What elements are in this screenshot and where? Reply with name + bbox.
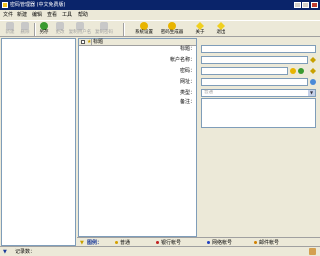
- new-button[interactable]: 新建: [3, 22, 17, 37]
- category-tree[interactable]: [1, 38, 76, 246]
- type-label: 类型：: [179, 90, 195, 96]
- edit-button[interactable]: 更改: [53, 22, 67, 37]
- menu-view[interactable]: 查看: [47, 12, 57, 19]
- type-select-value: 普通: [204, 90, 213, 95]
- copy-username-button[interactable]: 复制用户名: [68, 22, 92, 37]
- save-as-button-label: 另存: [39, 30, 49, 35]
- copy-user-icon: [76, 22, 84, 30]
- copy-account-icon[interactable]: [310, 57, 316, 63]
- select-all-checkbox[interactable]: [81, 40, 85, 44]
- type-select[interactable]: 普通 ▼: [201, 89, 316, 97]
- exit-button[interactable]: 退出: [213, 22, 229, 37]
- legend-bar: ▼ 图例： 普通 银行帐号 网络帐号 邮件帐号: [77, 237, 320, 246]
- account-label: 帐户名称：: [169, 57, 195, 63]
- menu-file[interactable]: 文件: [3, 12, 13, 19]
- chevron-down-icon[interactable]: ▼: [308, 90, 315, 96]
- copy-password-label: 复制密码: [95, 30, 113, 35]
- password-label: 密码：: [179, 68, 195, 74]
- title-field[interactable]: [201, 45, 316, 53]
- open-url-icon[interactable]: [310, 79, 316, 85]
- password-generator-label: 密码生成器: [160, 30, 184, 35]
- about-button[interactable]: 关于: [192, 22, 208, 37]
- copy-username-label: 复制用户名: [68, 30, 92, 35]
- exit-button-label: 退出: [216, 30, 226, 35]
- new-icon: [6, 22, 14, 30]
- save-as-button[interactable]: 另存: [37, 22, 51, 37]
- copy-password-icon: [100, 22, 108, 30]
- url-field[interactable]: [201, 78, 308, 86]
- save-as-icon: [40, 22, 48, 30]
- settings-icon: [140, 22, 148, 30]
- menu-edit[interactable]: 编辑: [32, 12, 42, 19]
- status-collapse-icon[interactable]: ▼: [3, 249, 7, 255]
- notes-field[interactable]: [201, 98, 316, 128]
- password-field[interactable]: [201, 67, 288, 75]
- menu-bar: 文件 新建 编辑 查看 工具 帮助: [0, 10, 320, 20]
- key-generator-icon: [168, 22, 176, 30]
- notes-label: 备注：: [179, 99, 195, 105]
- about-button-label: 关于: [195, 30, 205, 35]
- menu-new[interactable]: 新建: [17, 12, 27, 19]
- title-label: 标题：: [179, 46, 195, 52]
- settings-button-label: 系统设置: [135, 30, 153, 35]
- delete-icon: [21, 22, 29, 30]
- about-icon: [196, 22, 204, 30]
- menu-tools[interactable]: 工具: [62, 12, 72, 19]
- toolbar: 新建 删除 另存 更改 复制用户名 复制密码 系统设置 密码生成器 关于 退出: [0, 20, 320, 37]
- generate-password-icon[interactable]: [290, 68, 296, 74]
- lock-icon: [309, 248, 316, 255]
- copy-password-icon[interactable]: [310, 68, 316, 74]
- maximize-button[interactable]: [302, 2, 309, 8]
- title-bar[interactable]: 密码管理器 (中文免费版): [0, 0, 320, 10]
- exit-icon: [217, 22, 225, 30]
- column-title-header[interactable]: 标题: [93, 39, 103, 45]
- copy-password-button[interactable]: 复制密码: [94, 22, 114, 37]
- password-generator-button[interactable]: 密码生成器: [158, 22, 186, 37]
- show-password-icon[interactable]: [298, 68, 304, 74]
- close-button[interactable]: [311, 2, 318, 8]
- delete-button[interactable]: 删除: [18, 22, 32, 37]
- record-count-label: 记录数：: [15, 249, 36, 255]
- legend-dot-bank: [156, 241, 159, 244]
- legend-dot-mail: [254, 241, 257, 244]
- app-icon: [2, 2, 8, 8]
- url-label: 网址：: [179, 79, 195, 85]
- window-title: 密码管理器 (中文免费版): [10, 2, 66, 8]
- edit-button-label: 更改: [55, 30, 65, 35]
- account-field[interactable]: [201, 56, 308, 64]
- new-button-label: 新建: [5, 30, 15, 35]
- legend-dot-network: [207, 241, 210, 244]
- settings-button[interactable]: 系统设置: [133, 22, 155, 37]
- status-bar: ▼ 记录数：: [0, 246, 320, 256]
- edit-icon: [56, 22, 64, 30]
- legend-dot-general: [115, 241, 118, 244]
- minimize-button[interactable]: [294, 2, 301, 8]
- menu-help[interactable]: 帮助: [78, 12, 88, 19]
- delete-button-label: 删除: [20, 30, 30, 35]
